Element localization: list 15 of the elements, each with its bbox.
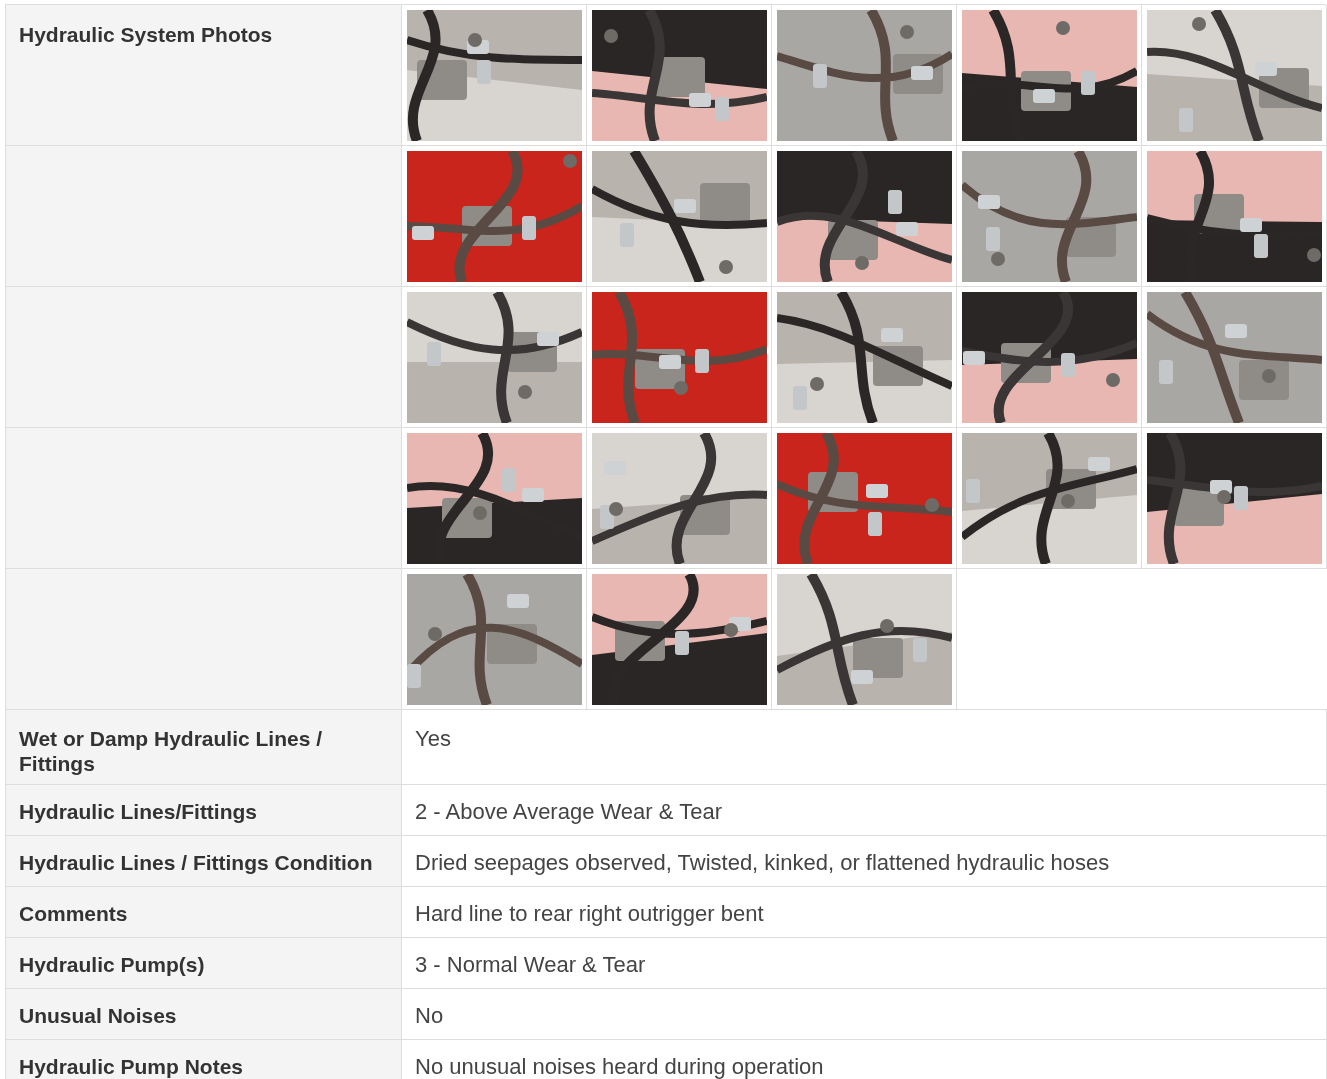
field-value: No unusual noises heard during operation: [415, 1054, 825, 1079]
field-value: No: [415, 1003, 445, 1028]
field-label: Hydraulic Pump(s): [19, 952, 206, 977]
field-label: Hydraulic Lines / Fittings Condition: [19, 850, 374, 875]
field-value: 3 - Normal Wear & Tear: [415, 952, 647, 977]
field-value: Hard line to rear right outrigger bent: [415, 901, 765, 926]
field-value: Yes: [415, 726, 452, 751]
field-label: Unusual Noises: [19, 1003, 178, 1028]
section-label: Hydraulic System Photos: [19, 23, 273, 46]
field-label: Hydraulic Pump Notes: [19, 1054, 245, 1079]
field-label: Wet or Damp Hydraulic Lines / Fittings: [19, 726, 323, 776]
field-label: Hydraulic Lines/Fittings: [19, 799, 259, 824]
field-value: Dried seepages observed, Twisted, kinked, or flattened hydraulic hoses: [415, 850, 1111, 875]
field-label: Comments: [19, 901, 129, 926]
field-value: 2 - Above Average Wear & Tear: [415, 799, 723, 824]
